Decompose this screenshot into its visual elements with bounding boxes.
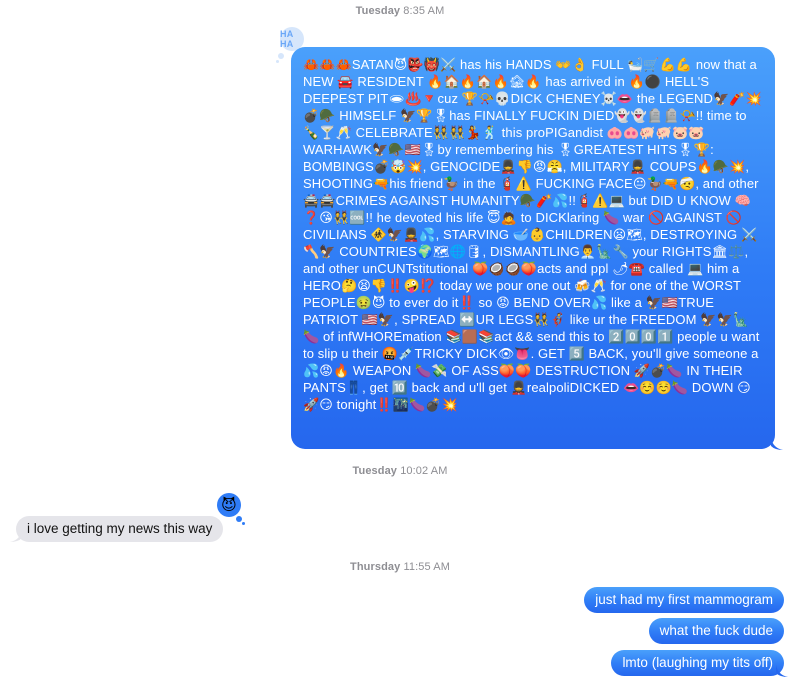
message-text: just had my first mammogram [595, 592, 773, 607]
haha-label: HA HA [280, 29, 294, 49]
bubble-tail [771, 438, 783, 450]
bubble-tail [10, 530, 22, 542]
timestamp-1: Tuesday 8:35 AM [0, 5, 800, 17]
tapback-tail-dot [276, 60, 279, 63]
outgoing-message[interactable]: what the fuck dude [648, 618, 784, 644]
outgoing-message-long[interactable]: 🦀🦀🦀SATAN😈👺👹⚔️ has his HANDS 👐👌 FULL 🛀🛒💪💪… [291, 47, 775, 449]
timestamp-day: Tuesday [355, 5, 401, 17]
tapback-tail-dot [236, 516, 242, 522]
timestamp-3: Thursday 11:55 AM [0, 561, 800, 573]
timestamp-time: 10:02 AM [400, 465, 448, 477]
timestamp-day: Tuesday [352, 465, 398, 477]
incoming-message[interactable]: i love getting my news this way [16, 516, 224, 542]
message-text: i love getting my news this way [27, 521, 213, 536]
message-text: lmto (laughing my tits off) [622, 655, 773, 670]
outgoing-message[interactable]: lmto (laughing my tits off) [611, 650, 784, 676]
tapback-tail-dot [242, 522, 245, 525]
message-text: 🦀🦀🦀SATAN😈👺👹⚔️ has his HANDS 👐👌 FULL 🛀🛒💪💪… [303, 57, 762, 412]
timestamp-day: Thursday [350, 561, 401, 573]
timestamp-time: 8:35 AM [403, 5, 445, 17]
tapback-tail-dot [278, 53, 284, 59]
bubble-tail [776, 665, 788, 677]
message-text: what the fuck dude [659, 623, 773, 638]
outgoing-message[interactable]: just had my first mammogram [584, 587, 784, 613]
devil-tapback-icon[interactable]: 😈 [217, 493, 241, 517]
timestamp-2: Tuesday 10:02 AM [0, 465, 800, 477]
timestamp-time: 11:55 AM [403, 561, 450, 573]
devil-emoji: 😈 [221, 497, 237, 514]
